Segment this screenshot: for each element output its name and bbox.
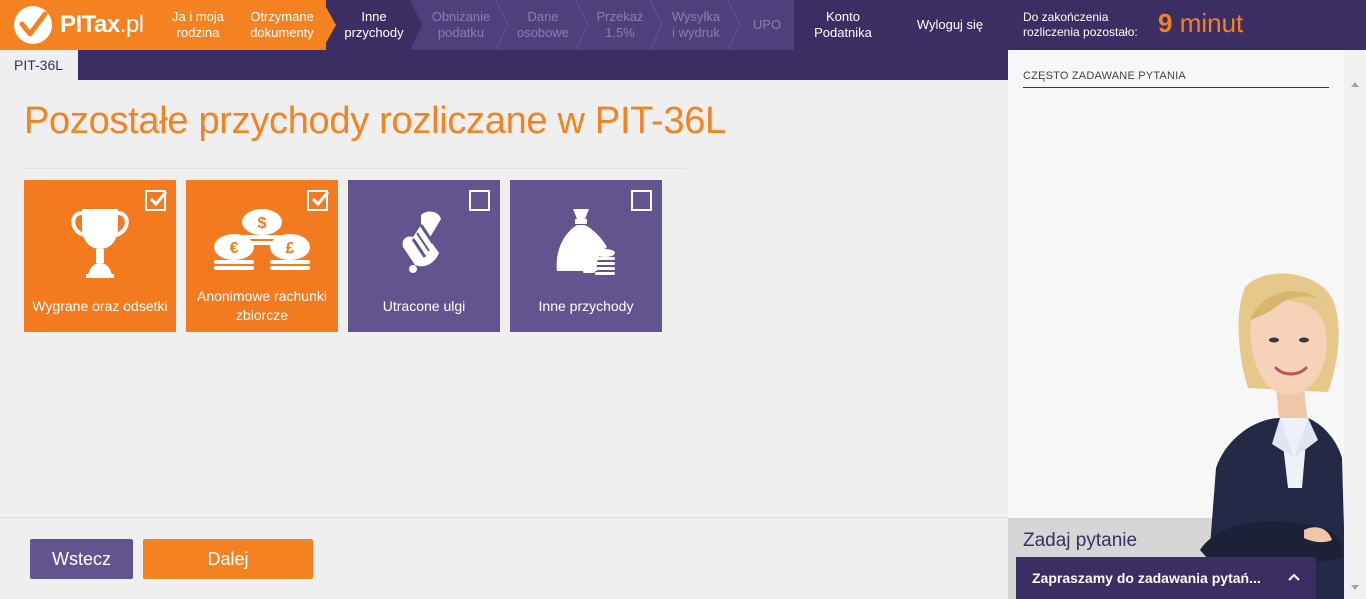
title-divider — [24, 168, 686, 169]
advisor-photo — [1200, 273, 1346, 599]
checkmark-logo-icon — [14, 6, 52, 44]
step-otrzymane-dokumenty[interactable]: Otrzymane dokumenty — [238, 0, 326, 50]
step-dane-osobowe[interactable]: Dane osobowe — [508, 0, 578, 50]
step-arrow-separator — [322, 0, 336, 50]
tile-label: Inne przychody — [538, 297, 634, 314]
chat-bar[interactable]: Zapraszamy do zadawania pytań... — [1016, 557, 1316, 599]
tile-wygrane-oraz-odsetki[interactable]: Wygrane oraz odsetki — [24, 180, 176, 332]
page-title: Pozostałe przychody rozliczane w PIT-36L — [24, 100, 726, 142]
faq-heading: CZĘSTO ZADAWANE PYTANIA — [1023, 70, 1329, 88]
scroll-down-arrow-icon[interactable] — [1351, 585, 1359, 590]
timer-value: 9 minut — [1158, 8, 1244, 38]
tile-utracone-ulgi[interactable]: Utracone ulgi — [348, 180, 500, 332]
tile-label: Wygrane oraz odsetki — [32, 297, 168, 314]
step-przekaz-1-5[interactable]: Przekaż 1,5% — [588, 0, 652, 50]
step-inne-przychody[interactable]: Inne przychody — [336, 0, 412, 50]
bottom-navigation: Wstecz Dalej — [0, 517, 1008, 599]
next-button[interactable]: Dalej — [143, 539, 313, 579]
tab-pit-36l[interactable]: PIT-36L — [0, 50, 78, 80]
logout-link[interactable]: Wyloguj się — [892, 0, 1008, 50]
form-tabs-bar: PIT-36L — [0, 50, 1008, 80]
ask-question-title: Zadaj pytanie — [1023, 530, 1138, 551]
timer-label: Do zakończenia rozliczenia pozostało: — [1023, 10, 1138, 39]
svg-text:€: € — [230, 240, 239, 257]
money-bag-icon — [510, 198, 662, 286]
step-arrow-separator — [410, 0, 424, 50]
scroll-icon — [348, 198, 500, 286]
tile-anonimowe-rachunki-zbiorcze[interactable]: $ € £ Anonimowe rachunki zbiorcze — [186, 180, 338, 332]
logo-wordmark: PITax.pl — [60, 11, 144, 38]
account-link[interactable]: Konto Podatnika — [794, 0, 892, 50]
step-ja-i-moja-rodzina[interactable]: Ja i moja rodzina — [158, 0, 238, 50]
svg-text:$: $ — [258, 215, 267, 232]
tile-label: Utracone ulgi — [382, 297, 466, 314]
scroll-up-arrow-icon[interactable] — [1351, 82, 1359, 87]
page-scrollbar[interactable] — [1344, 50, 1366, 599]
tile-inne-przychody[interactable]: Inne przychody — [510, 180, 662, 332]
trophy-icon — [24, 198, 176, 286]
step-obnizanie-podatku[interactable]: Obniżanie podatku — [424, 0, 498, 50]
step-upo[interactable]: UPO — [740, 0, 794, 50]
back-button[interactable]: Wstecz — [30, 539, 133, 579]
chat-bar-label: Zapraszamy do zadawania pytań... — [1032, 570, 1261, 586]
tile-label: Anonimowe rachunki zbiorcze — [197, 288, 327, 323]
svg-text:£: £ — [286, 240, 295, 257]
chevron-up-icon[interactable] — [1286, 569, 1302, 585]
coins-icon: $ € £ — [186, 198, 338, 286]
pitax-logo[interactable]: PITax.pl — [0, 0, 158, 50]
top-navigation-bar: PITax.pl Ja i moja rodzina Otrzymane dokum… — [0, 0, 1366, 50]
step-wysylka-i-wydruk[interactable]: Wysyłka i wydruk — [662, 0, 730, 50]
